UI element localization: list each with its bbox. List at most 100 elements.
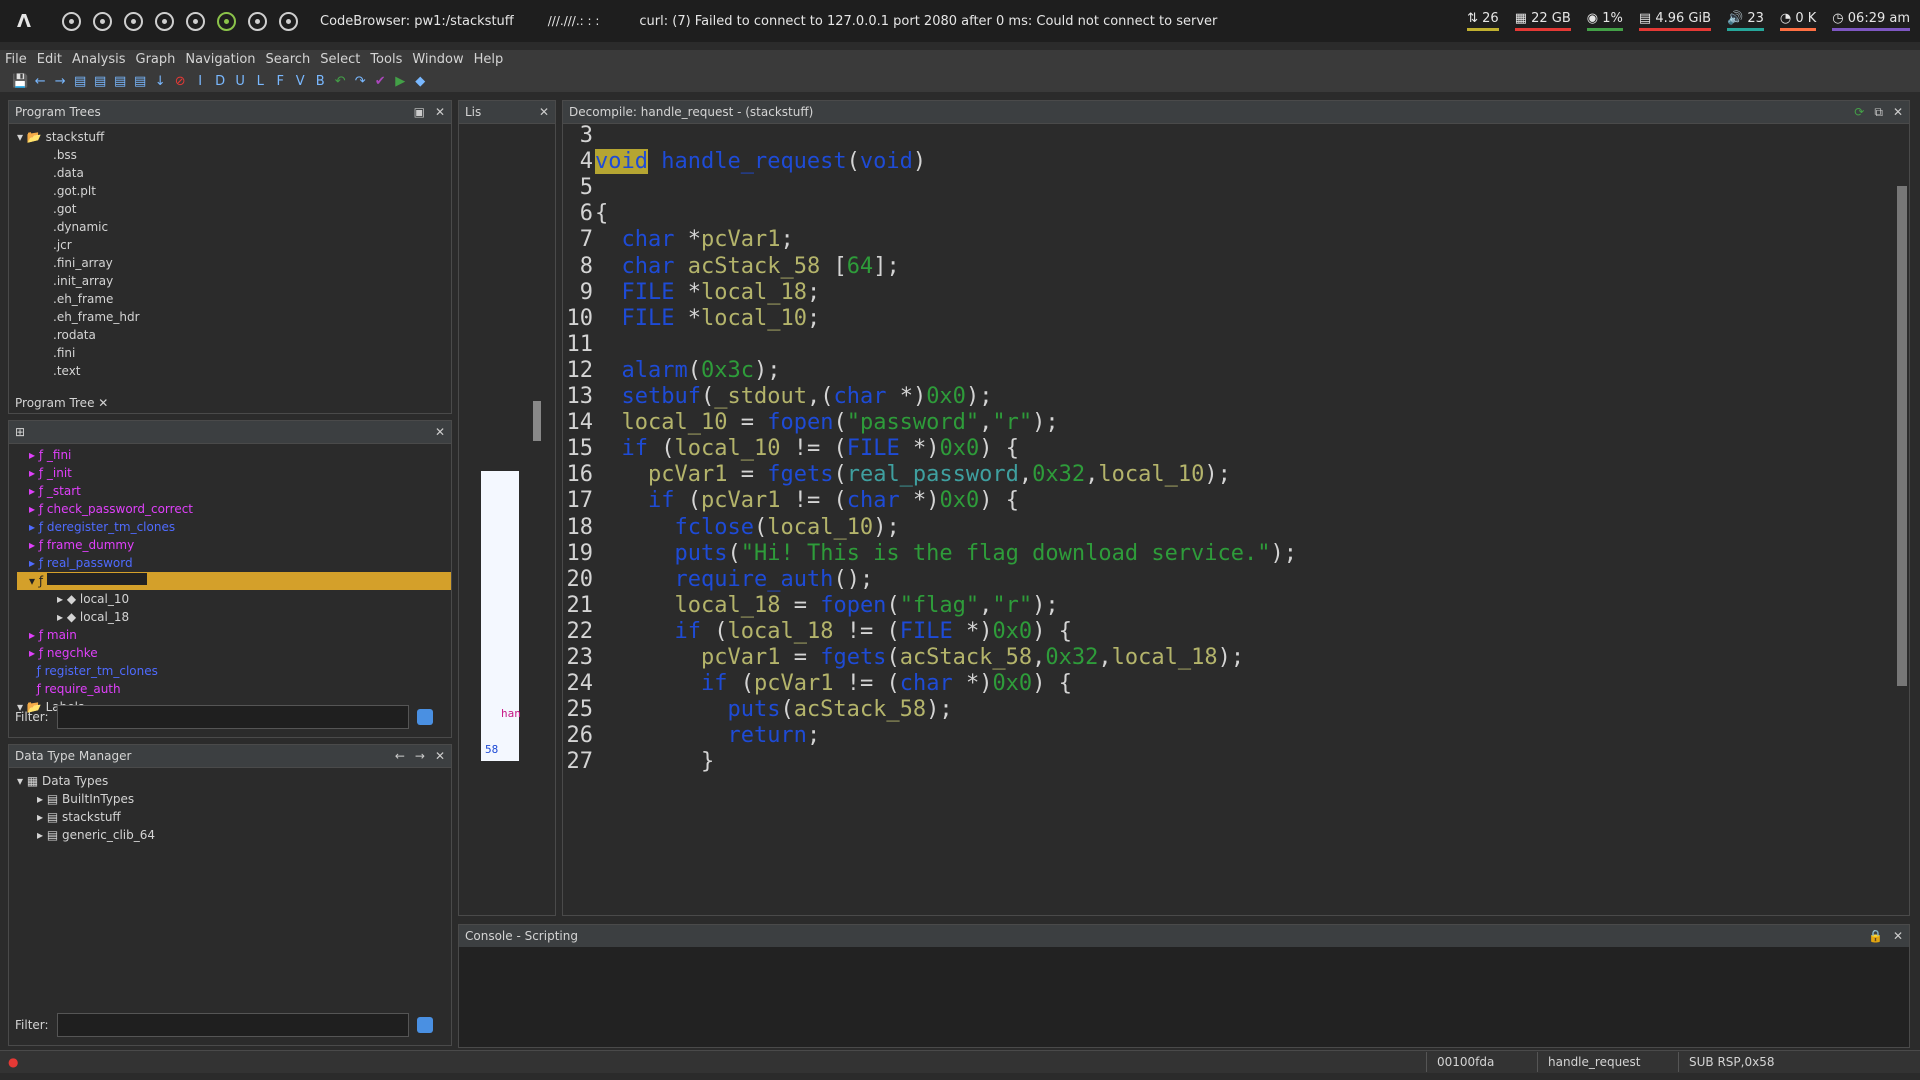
letter-b-icon[interactable]: B (312, 74, 328, 89)
code-line[interactable]: pcVar1 = fgets(acStack_58,0x32,local_18)… (595, 645, 1244, 670)
menu-help[interactable]: Help (469, 50, 509, 70)
misc-icon[interactable]: ◆ (412, 74, 428, 89)
copy-icon[interactable]: ⧉ (1874, 101, 1883, 123)
list-item[interactable]: ▸ ▤ generic_clib_64 (17, 826, 451, 844)
tree-function-selected[interactable]: ▾ ƒ (17, 572, 451, 590)
decompile-code[interactable]: 3 4 void handle_request(void) 5 6{7 char *pc… (563, 123, 1891, 915)
stop-icon[interactable]: ⊘ (172, 74, 188, 89)
tree-function[interactable]: ƒ register_tm_clones (29, 662, 451, 680)
undo-icon[interactable]: ↶ (332, 74, 348, 89)
redo-icon[interactable]: ↷ (352, 74, 368, 89)
stat-volume[interactable]: 🔊 23 (1727, 11, 1764, 31)
tree-function[interactable]: ▸ ƒ _init (29, 464, 451, 482)
refresh-icon[interactable]: ⟳ (1854, 101, 1864, 123)
list-item[interactable]: .rodata (17, 326, 451, 344)
tree-local[interactable]: ▸ ◆ local_10 (29, 590, 451, 608)
close-icon[interactable]: ✕ (539, 101, 549, 123)
code-line[interactable]: FILE *local_18; (595, 280, 821, 305)
code-line[interactable]: { (595, 201, 608, 226)
list-item[interactable]: .fini_array (17, 254, 451, 272)
list-item[interactable]: .eh_frame_hdr (17, 308, 451, 326)
menu-file[interactable]: File (0, 50, 32, 70)
code-line[interactable]: local_10 = fopen("password","r"); (595, 410, 1059, 435)
workspace-3-icon[interactable] (124, 11, 143, 31)
list-item[interactable]: .got.plt (17, 182, 451, 200)
nav-icon-3[interactable]: ▤ (112, 74, 128, 89)
workspace-4-icon[interactable] (155, 11, 174, 31)
tree-function[interactable]: ▸ ƒ real_password (29, 554, 451, 572)
listing-view[interactable]: han 58 (481, 471, 521, 761)
menu-analysis[interactable]: Analysis (67, 50, 131, 70)
tab-program-tree[interactable]: Program Tree ✕ (15, 393, 108, 413)
code-line[interactable]: FILE *local_10; (595, 306, 821, 331)
tree-function[interactable]: ▸ ƒ frame_dummy (29, 536, 451, 554)
tree-function[interactable]: ▸ ƒ negchke (29, 644, 451, 662)
letter-i-icon[interactable]: I (192, 74, 208, 89)
tree-local[interactable]: ▸ ◆ local_18 (29, 608, 451, 626)
back-icon[interactable]: ← (32, 74, 48, 89)
code-line[interactable]: puts("Hi! This is the flag download serv… (595, 541, 1297, 566)
menu-tools[interactable]: Tools (365, 50, 407, 70)
tree-function[interactable]: ▸ ƒ check_password_correct (29, 500, 451, 518)
tree-function[interactable]: ▸ ƒ _fini (29, 446, 451, 464)
tree-root[interactable]: ▾ ▦ Data Types (17, 772, 451, 790)
workspace-1-icon[interactable] (62, 11, 81, 31)
code-line[interactable]: pcVar1 = fgets(real_password,0x32,local_… (595, 462, 1231, 487)
code-line[interactable]: setbuf(_stdout,(char *)0x0); (595, 384, 993, 409)
run-icon[interactable]: ▶ (392, 74, 408, 89)
back-icon[interactable]: ← (395, 745, 405, 767)
forward-icon[interactable]: → (52, 74, 68, 89)
os-logo-icon[interactable]: Λ (10, 11, 38, 32)
list-item[interactable]: .eh_frame (17, 290, 451, 308)
letter-v-icon[interactable]: V (292, 74, 308, 89)
nav-icon-1[interactable]: ▤ (72, 74, 88, 89)
list-item[interactable]: .fini (17, 344, 451, 362)
code-line[interactable]: local_18 = fopen("flag","r"); (595, 593, 1058, 618)
tree-function[interactable]: ▸ ƒ deregister_tm_clones (29, 518, 451, 536)
code-line[interactable]: fclose(local_10); (595, 515, 899, 540)
code-line[interactable]: if (pcVar1 != (char *)0x0) { (595, 488, 1019, 513)
console-output[interactable] (459, 947, 1909, 1047)
save-icon[interactable]: 💾 (12, 74, 28, 89)
code-line[interactable]: return; (595, 723, 820, 748)
listing-scrollbar[interactable] (533, 401, 541, 441)
letter-f-icon[interactable]: F (272, 74, 288, 89)
filter-options-icon[interactable] (416, 709, 433, 725)
workspace-8-icon[interactable] (279, 11, 298, 31)
code-line[interactable]: char acStack_58 [64]; (595, 254, 900, 279)
filter-options-icon[interactable] (416, 1017, 433, 1033)
list-item[interactable]: .bss (17, 146, 451, 164)
close-icon[interactable]: ✕ (1893, 925, 1903, 947)
list-item[interactable]: ▸ ▤ stackstuff (17, 808, 451, 826)
menu-graph[interactable]: Graph (131, 50, 181, 70)
panel-icon[interactable]: ▣ (414, 101, 425, 123)
list-item[interactable]: .got (17, 200, 451, 218)
tree-function[interactable]: ▸ ƒ _start (29, 482, 451, 500)
list-item[interactable]: ▸ ▤ BuiltInTypes (17, 790, 451, 808)
forward-icon[interactable]: → (415, 745, 425, 767)
symbol-filter-input[interactable] (56, 705, 409, 729)
workspace-2-icon[interactable] (93, 11, 112, 31)
nav-icon-4[interactable]: ▤ (132, 74, 148, 89)
menu-edit[interactable]: Edit (32, 50, 67, 70)
close-icon[interactable]: ✕ (435, 745, 445, 767)
code-line[interactable]: void handle_request(void) (595, 149, 926, 175)
down-arrow-icon[interactable]: ↓ (152, 74, 168, 89)
check-icon[interactable]: ✔ (372, 74, 388, 89)
menu-search[interactable]: Search (261, 50, 316, 70)
status-icon[interactable]: ● (8, 1055, 18, 1069)
tree-function[interactable]: ▸ ƒ main (29, 626, 451, 644)
lock-icon[interactable]: 🔒 (1868, 925, 1883, 947)
menu-navigation[interactable]: Navigation (180, 50, 260, 70)
code-line[interactable]: if (local_18 != (FILE *)0x0) { (595, 619, 1071, 644)
close-icon[interactable]: ✕ (1893, 101, 1903, 123)
tree-root[interactable]: ▾ 📂 stackstuff (17, 128, 451, 146)
code-line[interactable]: } (595, 749, 714, 774)
letter-l-icon[interactable]: L (252, 74, 268, 89)
tree-function[interactable]: ƒ require_auth (29, 680, 451, 698)
code-line[interactable]: if (local_10 != (FILE *)0x0) { (595, 436, 1019, 461)
list-item[interactable]: .data (17, 164, 451, 182)
dtm-filter-input[interactable] (56, 1013, 409, 1037)
code-line[interactable]: char *pcVar1; (595, 227, 794, 252)
workspace-7-icon[interactable] (248, 11, 267, 31)
